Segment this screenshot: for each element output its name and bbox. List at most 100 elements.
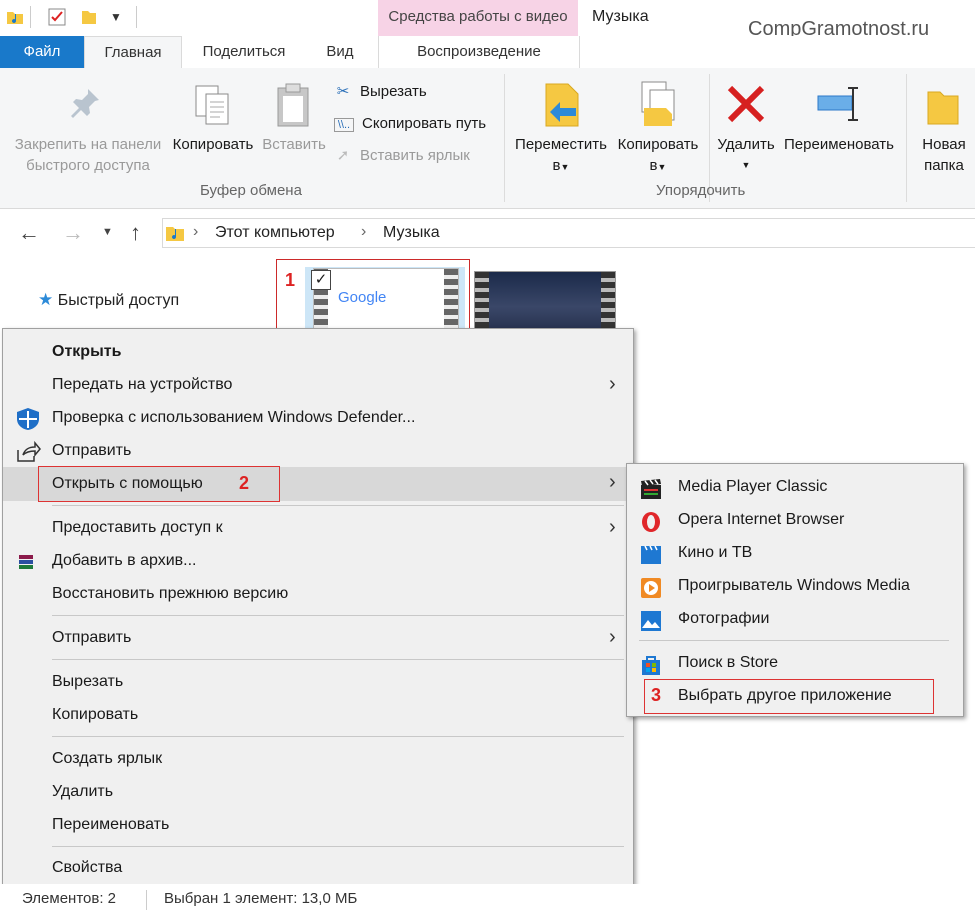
context-menu: Открыть Передать на устройство › Проверк… [2,328,634,886]
new-folder-button[interactable]: Новая папка [914,78,974,178]
menu-item-cast[interactable]: Передать на устройство › [3,370,633,402]
thumbnail-text: Google [338,289,387,306]
menu-label: Отправить [52,629,132,646]
properties-checkmark-icon[interactable] [48,8,66,26]
menu-item-restore[interactable]: Восстановить прежнюю версию [3,579,633,611]
move-to-button[interactable]: Переместить в▼ [512,78,610,178]
submenu-item-movies-tv[interactable]: Кино и ТВ [627,538,963,570]
highlight-frame-open-with [38,466,280,502]
cut-label: Вырезать [360,83,427,100]
copy-path-label: Скопировать путь [362,115,487,132]
share-icon [17,440,41,462]
paste-button[interactable]: Вставить [258,78,330,158]
menu-item-properties[interactable]: Свойства [3,853,633,885]
quick-access-label: Быстрый доступ [57,292,180,309]
copy-path-icon: \\.. [334,118,354,132]
breadcrumb-this-pc[interactable]: Этот компьютер [215,224,335,242]
menu-item-copy[interactable]: Копировать [3,700,633,732]
menu-separator [639,640,949,641]
menu-item-defender[interactable]: Проверка с использованием Windows Defend… [3,403,633,435]
submenu-label: Кино и ТВ [678,544,753,561]
forward-arrow-icon[interactable]: → [62,220,84,246]
pin-icon [71,89,99,118]
nav-quick-access[interactable]: ★ Быстрый доступ [38,290,179,310]
clipboard-group-label: Буфер обмена [200,182,302,199]
tab-file[interactable]: Файл [0,36,84,68]
address-bar: ← → ▼ ↑ › Этот компьютер › Музыка [0,212,975,252]
paste-shortcut-label: Вставить ярлык [360,147,470,164]
photos-icon [641,611,661,631]
menu-label: Удалить [52,783,114,800]
move-to-label: Переместить [515,136,607,153]
file-item-selected[interactable]: 1 Google ✓ [276,259,470,332]
video-thumbnail-2[interactable] [474,271,616,331]
copy-icon [195,85,229,125]
folder-icon [927,91,959,125]
menu-separator [52,659,624,660]
ribbon: Закрепить на панели быстрого доступа Коп… [0,68,975,209]
clipboard-icon [277,83,309,127]
rename-button[interactable]: Переименовать [780,78,898,178]
menu-label: Вырезать [52,673,124,690]
move-to-label-2: в [552,157,561,174]
menu-item-add-archive[interactable]: Добавить в архив... [3,546,633,578]
video-tools-tab: Средства работы с видео [378,0,578,36]
copy-to-label: Копировать [617,136,699,153]
tab-playback[interactable]: Воспроизведение [378,36,580,68]
recent-dropdown-icon[interactable]: ▼ [102,226,113,238]
store-icon [642,656,660,675]
submenu-item-windows-media[interactable]: Проигрыватель Windows Media [627,571,963,603]
submenu-chevron-icon: › [609,373,616,395]
rename-label: Переименовать [784,136,894,153]
paste-label: Вставить [262,136,326,153]
address-path[interactable]: › Этот компьютер › Музыка [162,218,975,248]
menu-item-open[interactable]: Открыть [3,337,633,369]
menu-item-create-shortcut[interactable]: Создать ярлык [3,744,633,776]
new-folder-label: Новая [922,136,966,153]
highlight-frame-choose-app [644,679,934,714]
up-arrow-icon[interactable]: ↑ [130,220,141,246]
move-to-icon [545,83,579,127]
windows-media-player-icon [641,578,661,598]
status-divider [146,890,147,910]
opera-icon [642,512,660,532]
menu-label: Добавить в архив... [52,552,197,569]
tab-home[interactable]: Главная [84,36,182,69]
menu-item-cut[interactable]: Вырезать [3,667,633,699]
submenu-label: Media Player Classic [678,478,828,495]
status-bar: Элементов: 2 Выбран 1 элемент: 13,0 МБ [0,884,975,917]
tab-share[interactable]: Поделиться [188,36,300,68]
submenu-item-mpc[interactable]: Media Player Classic [627,472,963,504]
submenu-label: Фотографии [678,610,770,627]
back-arrow-icon[interactable]: ← [18,220,40,246]
submenu-label: Поиск в Store [678,654,778,671]
music-folder-icon[interactable] [6,8,24,26]
submenu-item-opera[interactable]: Opera Internet Browser [627,505,963,537]
breadcrumb-chevron-icon: › [361,223,367,240]
new-folder-icon[interactable] [80,8,98,26]
submenu-item-store[interactable]: Поиск в Store [627,648,963,680]
pin-label-line2: быстрого доступа [26,157,150,174]
menu-item-send-to[interactable]: Отправить › [3,623,633,655]
delete-button[interactable]: Удалить ▼ [712,78,780,178]
checkbox[interactable]: ✓ [311,270,331,290]
copy-button[interactable]: Копировать [168,78,258,158]
paste-shortcut-button[interactable]: ➚ Вставить ярлык [334,144,470,168]
tab-view[interactable]: Вид [314,36,366,68]
chevron-down-icon[interactable]: ▼ [110,10,122,24]
submenu-item-photos[interactable]: Фотографии [627,604,963,636]
menu-item-give-access[interactable]: Предоставить доступ к › [3,513,633,545]
chevron-down-icon: ▼ [657,162,667,172]
copy-to-button[interactable]: Копировать в▼ [612,78,704,178]
organize-group-label: Упорядочить [656,182,746,199]
copy-path-button[interactable]: \\.. Скопировать путь [334,112,486,136]
pin-quick-access-button[interactable]: Закрепить на панели быстрого доступа [6,78,166,178]
paste-shortcut-icon: ➚ [336,147,350,164]
menu-item-rename[interactable]: Переименовать [3,810,633,842]
cut-button[interactable]: ✂ Вырезать [334,80,427,104]
menu-item-share[interactable]: Отправить [3,436,633,468]
breadcrumb-music[interactable]: Музыка [383,224,440,242]
menu-item-delete[interactable]: Удалить [3,777,633,809]
menu-label: Восстановить прежнюю версию [52,585,289,602]
menu-label: Предоставить доступ к [52,519,223,536]
